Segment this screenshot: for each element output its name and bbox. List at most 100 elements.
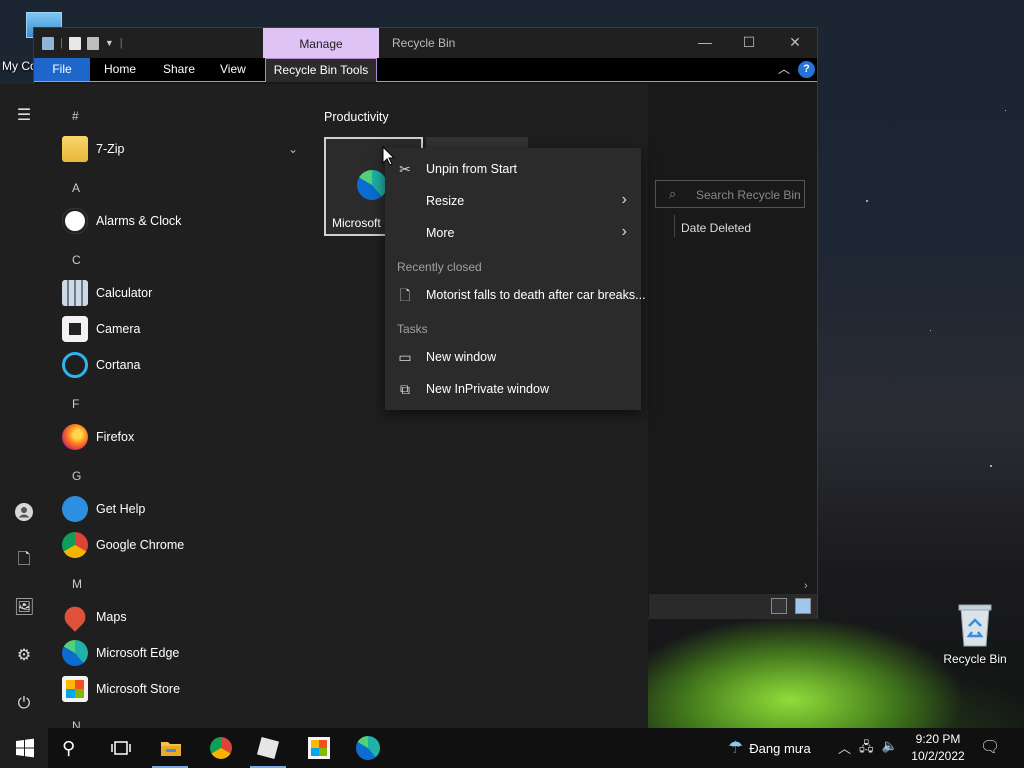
app-cortana[interactable]: Cortana [62,349,140,381]
section-header-a[interactable]: A [72,181,80,195]
power-icon[interactable]: ⏻ [14,694,34,714]
tab-manage[interactable]: Manage [263,28,379,58]
menu-item-recent-page[interactable]: 🗋 Motorist falls to death after car brea… [385,280,645,310]
ribbon-collapse-icon[interactable]: ︿ [778,60,790,77]
minimize-button[interactable]: — [682,33,728,53]
camera-icon [62,316,88,342]
tab-home[interactable]: Home [104,58,136,81]
app-name: Firefox [96,430,135,444]
documents-icon[interactable]: 🗋 [14,550,34,570]
app-name: Get Help [96,502,146,516]
help-icon[interactable]: ? [798,61,815,78]
firefox-icon [62,424,88,450]
app-alarms-clock[interactable]: Alarms & Clock [62,205,181,237]
maximize-icon: ☐ [742,34,756,50]
scroll-right-arrow-icon[interactable]: › [804,580,808,592]
taskbar-file-explorer[interactable] [146,728,194,768]
app-firefox[interactable]: Firefox [62,421,134,453]
taskbar-chrome[interactable] [196,728,244,768]
rain-umbrella-icon: ☂ [728,738,744,757]
edge-icon [62,640,88,666]
new-window-icon: ▭ [398,349,412,365]
taskbar-roblox[interactable] [244,728,292,768]
weather-widget[interactable]: ☂ Đang mưa [728,738,811,758]
tab-share[interactable]: Share [163,58,195,81]
large-icons-view-button[interactable] [795,598,811,614]
task-view-icon [111,741,131,755]
close-button[interactable]: ✕ [772,33,818,53]
chevron-up-icon[interactable]: ︿ [838,738,851,760]
menu-item-label: New window [426,350,497,364]
network-icon[interactable]: 🖧 [859,738,874,760]
notification-center-icon[interactable]: 🗨 [980,737,1002,757]
start-button[interactable] [0,728,48,768]
user-account-icon[interactable] [14,502,34,522]
desktop-recycle-bin[interactable]: Recycle Bin [938,600,1012,670]
maximize-button[interactable]: ☐ [726,33,772,53]
tile-label: Microsoft [332,216,381,230]
app-get-help[interactable]: Get Help [62,493,145,525]
section-header-g[interactable]: G [72,469,81,483]
section-header-hash[interactable]: # [72,109,79,123]
app-name: 7-Zip [96,142,125,156]
search-button[interactable]: ⚲ [48,728,96,768]
window-titlebar[interactable]: | ▼ | Manage Recycle Bin — ☐ ✕ [34,28,817,58]
pictures-icon[interactable]: 🖼 [14,598,34,618]
search-placeholder: Search Recycle Bin [696,188,801,202]
new-folder-icon[interactable] [86,36,99,50]
store-icon [308,737,330,759]
chevron-down-icon[interactable]: ⌄ [288,142,298,156]
details-view-button[interactable] [771,598,787,614]
menu-item-label: Resize [426,194,465,208]
clock-time: 9:20 PM [915,732,961,746]
section-header-m[interactable]: M [72,577,82,591]
app-maps[interactable]: Maps [60,601,127,633]
search-icon: ⚲ [62,738,76,758]
search-input[interactable]: ⌕ Search Recycle Bin [655,180,805,208]
quick-access-toolbar: | ▼ | [42,35,123,51]
minimize-icon: — [698,34,712,50]
clock[interactable]: 9:20 PM 10/2/2022 [906,731,970,765]
toolbar-separator: | [60,37,63,49]
menu-item-unpin[interactable]: ✂ Unpin from Start [385,154,641,184]
cortana-icon [62,352,88,378]
app-7zip[interactable]: 7-Zip [62,133,124,165]
column-header-date-deleted[interactable]: Date Deleted [681,221,751,235]
star [930,330,931,331]
app-google-chrome[interactable]: Google Chrome [62,529,184,561]
tile-context-menu: ✂ Unpin from Start Resize › More › Recen… [385,148,646,410]
chevron-right-icon: › [621,191,627,208]
menu-item-resize[interactable]: Resize › [385,186,641,216]
tab-recycle-bin-tools[interactable]: Recycle Bin Tools [265,58,377,82]
app-microsoft-edge[interactable]: Microsoft Edge [62,637,179,669]
tab-file[interactable]: File [34,58,90,81]
chevron-down-icon[interactable]: ▼ [105,38,114,48]
menu-item-new-inprivate[interactable]: ⧉ New InPrivate window [385,374,641,404]
taskbar-edge[interactable] [342,728,390,768]
app-name: Alarms & Clock [96,214,182,228]
hamburger-menu-icon[interactable]: ☰ [14,106,34,126]
app-camera[interactable]: Camera [62,313,140,345]
menu-item-label: Motorist falls to death after car breaks… [426,288,646,302]
recycle-bin-small-icon [42,36,54,50]
taskbar-microsoft-store[interactable] [294,728,342,768]
inprivate-window-icon: ⧉ [400,381,410,397]
menu-item-new-window[interactable]: ▭ New window [385,342,641,372]
desktop-recycle-bin-label: Recycle Bin [943,652,1007,666]
task-view-button[interactable] [96,728,144,768]
volume-icon[interactable]: 🔈 [882,738,898,760]
roblox-icon [256,736,280,760]
column-divider[interactable] [674,215,675,237]
menu-item-more[interactable]: More › [385,218,641,248]
app-name: Microsoft Store [96,682,181,696]
windows-logo-icon [16,738,34,758]
tab-view[interactable]: View [220,58,246,81]
section-header-c[interactable]: C [72,253,81,267]
properties-icon[interactable] [68,36,81,50]
app-calculator[interactable]: Calculator [62,277,152,309]
ribbon-tab-bar: File Home Share View Recycle Bin Tools ︿… [34,58,817,82]
app-microsoft-store[interactable]: Microsoft Store [62,673,180,705]
tile-group-productivity[interactable]: Productivity [324,110,389,124]
section-header-f[interactable]: F [72,397,79,411]
settings-gear-icon[interactable]: ⚙ [14,646,34,666]
